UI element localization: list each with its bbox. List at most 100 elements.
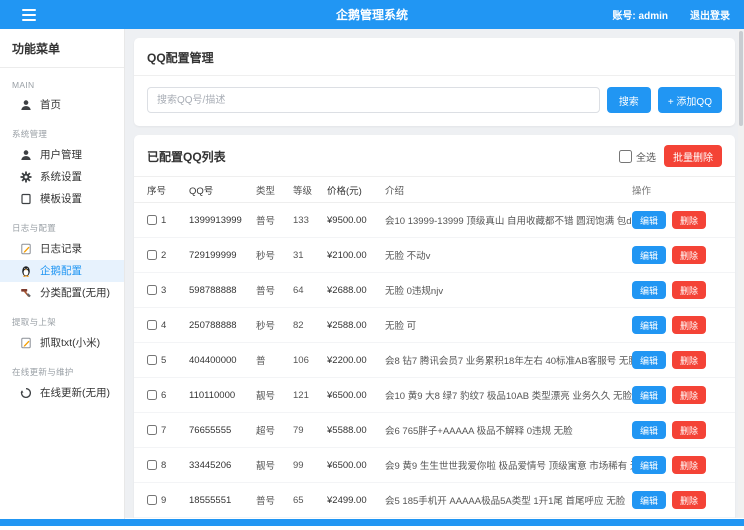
row-price: ¥2200.00 (327, 354, 367, 366)
edit-button[interactable]: 编辑 (632, 491, 667, 509)
row-desc: 会6 765胖子+AAAAA 极品不解释 0违规 无脸 (385, 426, 573, 437)
scrollbar-thumb[interactable] (739, 31, 743, 126)
sidebar-section-label: 提取与上架 (12, 317, 57, 327)
sidebar-item-label: 抓取txt(小米) (40, 337, 101, 349)
row-price: ¥5588.00 (327, 424, 367, 436)
edit-button[interactable]: 编辑 (632, 316, 667, 334)
row-checkbox[interactable] (147, 460, 157, 470)
sidebar-item-label: 在线更新(无用) (40, 387, 110, 399)
col-qq-header: QQ号 (189, 185, 214, 197)
sidebar-item[interactable]: 抓取txt(小米) (0, 332, 124, 354)
row-checkbox[interactable] (147, 285, 157, 295)
row-level: 64 (293, 284, 304, 296)
row-qq-number: 1399913999 (189, 214, 242, 226)
row-level: 99 (293, 459, 304, 471)
row-checkbox[interactable] (147, 320, 157, 330)
row-price: ¥9500.00 (327, 214, 367, 226)
row-type: 超号 (256, 426, 276, 437)
app-window: 企鹅管理系统 账号: admin 退出登录 功能菜单 MAIN 首页 系统管理 … (0, 0, 744, 530)
row-checkbox[interactable] (147, 390, 157, 400)
sidebar-item[interactable]: 首页 (0, 94, 124, 116)
delete-button[interactable]: 删除 (672, 386, 707, 404)
row-checkbox[interactable] (147, 425, 157, 435)
search-button[interactable]: 搜索 (606, 87, 651, 113)
col-price-header: 价格(元) (327, 185, 362, 197)
row-type: 秒号 (256, 321, 276, 332)
tools-icon (20, 287, 32, 299)
delete-button[interactable]: 删除 (672, 421, 707, 439)
edit-button[interactable]: 编辑 (632, 386, 667, 404)
gear-icon (20, 171, 32, 183)
table-body: 1 1399913999 普号 133 ¥9500.00 会10 13999-1… (134, 203, 735, 518)
qq-table: 序号 QQ号 类型 等级 价格(元) 介绍 操作 1 1399913999 普号… (134, 177, 735, 518)
row-desc: 无脸 0违规njv (385, 286, 444, 297)
qq-list-card: 已配置QQ列表 全选 批量删除 序号 QQ号 类型 等级 价格(元) 介绍 操作… (134, 135, 735, 518)
row-qq-number: 729199999 (189, 249, 237, 261)
batch-delete-button[interactable]: 批量删除 (664, 145, 722, 167)
logout-link[interactable]: 退出登录 (690, 7, 730, 22)
delete-button[interactable]: 删除 (672, 456, 707, 474)
row-checkbox[interactable] (147, 250, 157, 260)
table-row: 1 1399913999 普号 133 ¥9500.00 会10 13999-1… (134, 203, 735, 238)
sidebar-item[interactable]: 分类配置(无用) (0, 282, 124, 304)
select-all[interactable]: 全选 (619, 149, 656, 164)
row-qq-number: 110110000 (189, 389, 236, 401)
row-price: ¥2588.00 (327, 319, 367, 331)
edit-button[interactable]: 编辑 (632, 211, 667, 229)
col-desc-header: 介绍 (385, 185, 405, 197)
delete-button[interactable]: 删除 (672, 491, 707, 509)
sidebar-item[interactable]: 日志记录 (0, 238, 124, 260)
delete-button[interactable]: 删除 (672, 316, 707, 334)
edit-button[interactable]: 编辑 (632, 281, 667, 299)
row-desc: 无脸 可 (385, 321, 417, 332)
edit-button[interactable]: 编辑 (632, 246, 667, 264)
scrollbar[interactable] (738, 29, 744, 518)
sidebar-section-label: 在线更新与维护 (12, 367, 74, 377)
edit-button[interactable]: 编辑 (632, 421, 667, 439)
row-checkbox[interactable] (147, 215, 157, 225)
menu-icon[interactable] (22, 8, 36, 21)
sidebar-item-label: 日志记录 (40, 243, 82, 255)
sidebar-item[interactable]: 系统设置 (0, 166, 124, 188)
topbar: 企鹅管理系统 账号: admin 退出登录 (0, 0, 744, 29)
add-qq-button[interactable]: + 添加QQ (657, 87, 722, 113)
sidebar-section: 日志与配置 日志记录 企鹅配置 分类配置(无用) (0, 210, 124, 304)
row-type: 靓号 (256, 391, 276, 402)
sidebar-item[interactable]: 在线更新(无用) (0, 382, 124, 404)
sidebar-item-label: 系统设置 (40, 171, 82, 183)
select-all-checkbox[interactable] (619, 149, 632, 163)
row-level: 65 (293, 494, 304, 506)
table-row: 3 598788888 普号 64 ¥2688.00 无脸 0违规njv 编辑 … (134, 273, 735, 308)
row-index: 3 (161, 284, 167, 296)
table-header-row: 序号 QQ号 类型 等级 价格(元) 介绍 操作 (134, 177, 735, 203)
sidebar-item-label: 模板设置 (40, 193, 82, 205)
row-type: 靓号 (256, 461, 276, 472)
delete-button[interactable]: 删除 (672, 211, 707, 229)
row-index: 6 (161, 389, 167, 401)
row-index: 9 (161, 494, 167, 506)
row-checkbox[interactable] (147, 495, 157, 505)
delete-button[interactable]: 删除 (672, 246, 707, 264)
sidebar-item-label: 分类配置(无用) (40, 287, 110, 299)
edit-button[interactable]: 编辑 (632, 456, 667, 474)
row-desc: 无脸 不动v (385, 251, 431, 262)
users-icon (20, 149, 32, 161)
row-type: 普号 (256, 286, 276, 297)
search-input[interactable] (147, 87, 600, 113)
table-row: 8 33445206 靓号 99 ¥6500.00 会9 黄9 生生世世我爱你啦… (134, 448, 735, 483)
sidebar-item[interactable]: 企鹅配置 (0, 260, 124, 282)
row-desc: 会10 13999-13999 顶级真山 自用收藏都不错 圆润饱满 包d (385, 216, 632, 227)
row-level: 79 (293, 424, 304, 436)
sidebar-item[interactable]: 模板设置 (0, 188, 124, 210)
penguin-icon (20, 265, 32, 277)
sidebar-item[interactable]: 用户管理 (0, 144, 124, 166)
sidebar-section-label: 日志与配置 (12, 223, 57, 233)
row-qq-number: 18555551 (189, 494, 232, 506)
delete-button[interactable]: 删除 (672, 281, 707, 299)
delete-button[interactable]: 删除 (672, 351, 707, 369)
row-index: 5 (161, 354, 167, 366)
row-price: ¥2499.00 (327, 494, 367, 506)
edit-button[interactable]: 编辑 (632, 351, 667, 369)
row-checkbox[interactable] (147, 355, 157, 365)
sidebar-section: MAIN 首页 (0, 68, 124, 116)
